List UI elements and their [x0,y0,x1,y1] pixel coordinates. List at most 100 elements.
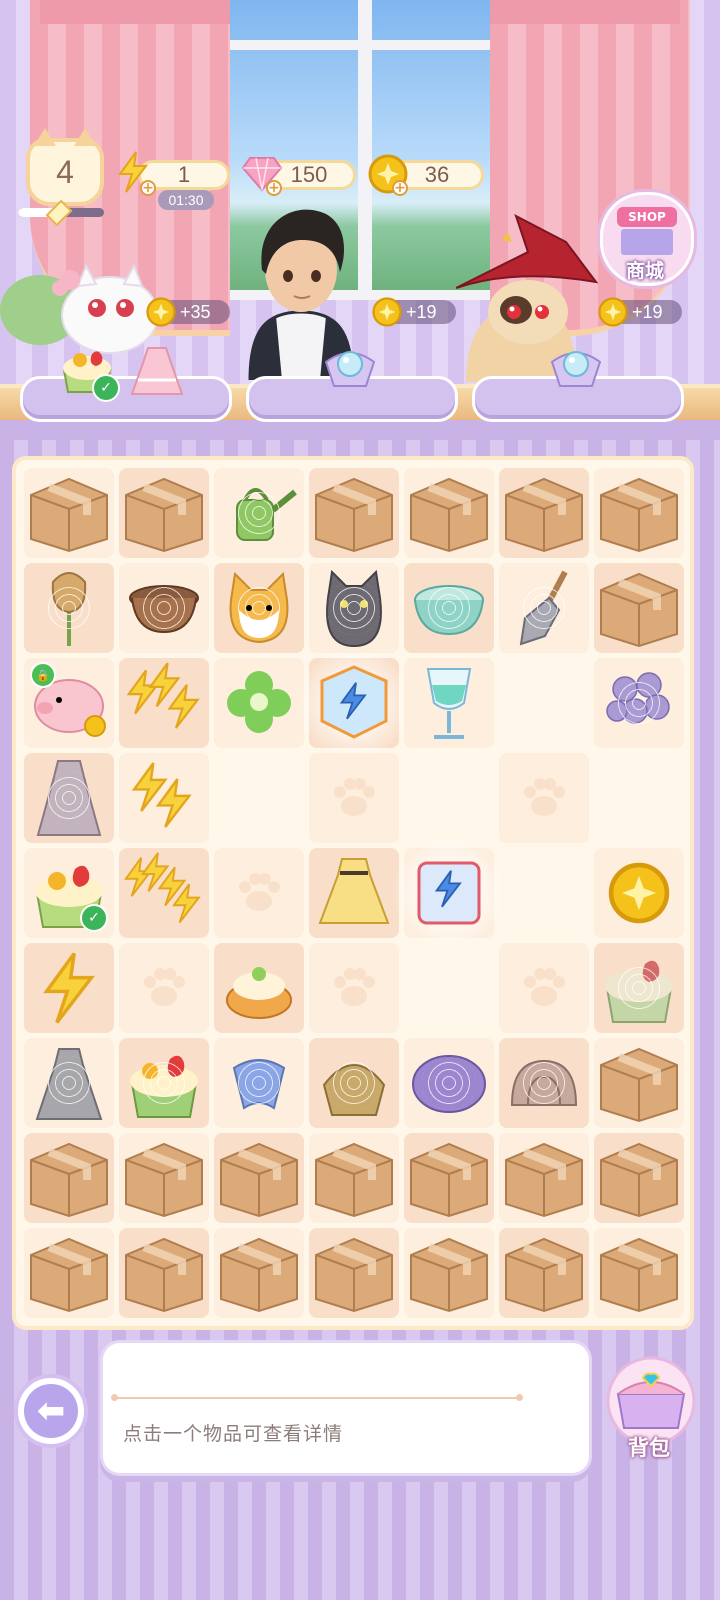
board-item-cake-green[interactable] [119,1038,209,1128]
board-item-energy-chest[interactable] [392,836,506,950]
order-item-gem-bowl[interactable] [322,340,378,396]
cat-orange-icon [221,570,297,646]
pastry-icon [221,952,297,1024]
board-item-goblet[interactable] [404,658,494,748]
board-item-piggy-bank[interactable]: 🔒 [24,658,114,748]
board-item-cake-ghost[interactable] [594,943,684,1033]
board-item-box[interactable] [309,1228,399,1318]
board-item-watering-can[interactable] [214,468,304,558]
energy-plus-button[interactable]: + [140,180,156,196]
board-item-shell[interactable] [499,1038,589,1128]
paw-icon [326,960,382,1016]
board-item-energy-3[interactable] [119,658,209,748]
board-cell-empty[interactable] [499,848,589,938]
board-item-box[interactable] [214,1133,304,1223]
board-item-energy-1[interactable] [24,943,114,1033]
board-item-bag[interactable] [309,1038,399,1128]
board-item-pot[interactable] [119,563,209,653]
energy-chest-icon [407,851,491,935]
cake-ghost-icon [599,948,679,1028]
board-item-box[interactable] [594,1133,684,1223]
board-item-paw[interactable] [119,943,209,1033]
board-item-box[interactable] [24,468,114,558]
arrow-left-icon: ⬅ [24,1384,78,1438]
board-item-box[interactable] [404,468,494,558]
board-item-coin[interactable] [594,848,684,938]
shell-icon [506,1053,582,1113]
back-button[interactable]: ⬅ [14,1374,88,1448]
board-item-energy-block[interactable] [297,646,411,760]
board-item-paw[interactable] [214,848,304,938]
reward-badge-boy: +19 [372,297,456,327]
board-item-bowl[interactable] [404,563,494,653]
energy-4-icon [122,851,206,935]
energy-value: 1 [177,162,191,187]
board-item-tulip[interactable] [24,563,114,653]
board-item-box[interactable] [309,468,399,558]
level-badge[interactable]: 4 [26,128,104,206]
cat-gray-icon [316,568,392,648]
board-item-pastry[interactable] [214,943,304,1033]
board-item-shovel[interactable] [499,563,589,653]
order-item-cake[interactable]: ✓ [58,340,120,402]
paw-icon [516,960,572,1016]
order-item-pink-dress[interactable] [130,344,184,402]
board-item-box[interactable] [594,1038,684,1128]
board-item-cat-gray[interactable] [309,563,399,653]
order-slot-1[interactable] [20,376,232,422]
box-icon [502,473,586,553]
shop-sign: SHOP [617,207,677,227]
board-item-cake[interactable]: ✓ [24,848,114,938]
board-item-box[interactable] [119,468,209,558]
board-item-dress-yellow[interactable] [309,848,399,938]
board-item-box[interactable] [24,1228,114,1318]
board-cell-empty[interactable] [214,753,304,843]
board-item-box[interactable] [24,1133,114,1223]
board-item-paw[interactable] [499,753,589,843]
dress-gray-icon [34,757,104,839]
board-item-cat-orange[interactable] [214,563,304,653]
box-icon [217,1138,301,1218]
reward-value: +19 [632,301,663,322]
board-item-box[interactable] [499,468,589,558]
coin-icon [608,862,670,924]
energy-3-icon [122,661,206,745]
board-cell-empty[interactable] [404,753,494,843]
board-item-clover[interactable] [214,658,304,748]
board-item-box[interactable] [499,1133,589,1223]
board-item-box[interactable] [214,1228,304,1318]
board-item-ghost-dress[interactable] [24,1038,114,1128]
board-cell-empty[interactable] [594,753,684,843]
board-cell-empty[interactable] [404,943,494,1033]
board-item-box[interactable] [309,1133,399,1223]
board-cell-empty[interactable] [499,658,589,748]
board-item-paw[interactable] [309,753,399,843]
board-item-paw[interactable] [309,943,399,1033]
watering-can-icon [219,478,299,548]
board-item-paw[interactable] [499,943,589,1033]
board-item-box[interactable] [404,1133,494,1223]
box-icon [27,1233,111,1313]
board-item-energy-2[interactable] [119,753,209,843]
box-icon [597,568,681,648]
box-icon [597,473,681,553]
board-item-box[interactable] [404,1228,494,1318]
shovel-icon [509,568,579,648]
board-item-dress-gray[interactable] [24,753,114,843]
board-item-box[interactable] [499,1228,589,1318]
lock-icon: 🔒 [30,662,56,688]
gem-plus-button[interactable]: + [266,180,282,196]
order-item-gem-bowl[interactable] [548,340,604,396]
board-item-box[interactable] [119,1228,209,1318]
board-item-energy-4[interactable] [119,848,209,938]
coin-plus-button[interactable]: + [392,180,408,196]
box-icon [312,1233,396,1313]
board-item-cushion[interactable] [404,1038,494,1128]
board-item-box[interactable] [594,563,684,653]
board-item-box[interactable] [594,1228,684,1318]
board-item-box[interactable] [119,1133,209,1223]
board-item-ribbon[interactable] [214,1038,304,1128]
reward-value: +19 [406,301,437,322]
board-item-box[interactable] [594,468,684,558]
board-item-hydrangea[interactable] [594,658,684,748]
